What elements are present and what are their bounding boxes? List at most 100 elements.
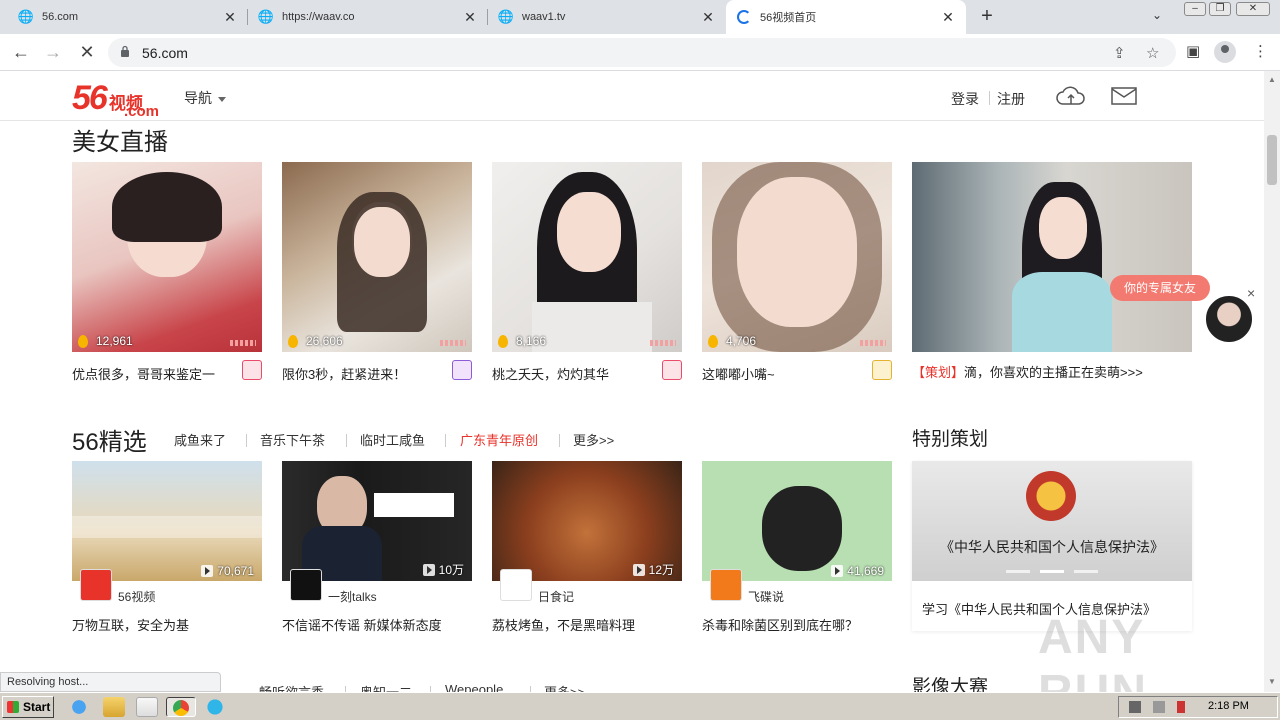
close-icon[interactable]: ✕ [940, 9, 956, 26]
address-bar[interactable]: 56.com ⇪ ☆ [108, 38, 1176, 67]
minimize-button[interactable]: – [1184, 2, 1206, 16]
new-tab-button[interactable]: + [976, 6, 998, 28]
bottom-tab[interactable]: Wepeople [445, 682, 503, 692]
video-card[interactable]: 70,671 56视频 万物互联，安全为基 [72, 461, 262, 633]
video-title[interactable]: 杀毒和除菌区别到底在哪？ [702, 615, 858, 634]
mail-icon[interactable] [1111, 86, 1137, 106]
register-link[interactable]: 注册 [997, 89, 1025, 109]
channel-avatar[interactable] [500, 569, 532, 601]
live-card[interactable]: 8,166 桃之夭夭，灼灼其华 [492, 162, 682, 382]
bottom-tab[interactable]: 奥知一二 [360, 682, 412, 692]
channel-name[interactable]: 日食记 [538, 588, 574, 605]
floating-avatar[interactable] [1204, 294, 1254, 344]
back-arrow-icon[interactable]: ← [10, 42, 32, 64]
featured-tab[interactable]: 临时工咸鱼 [360, 430, 425, 449]
upload-cloud-icon[interactable] [1056, 85, 1086, 107]
menu-kebab-icon[interactable]: ⋮ [1253, 42, 1268, 60]
play-count: 12万 [632, 561, 674, 578]
exclusive-girlfriend-button[interactable]: 你的专属女友 [1110, 275, 1211, 301]
channel-avatar[interactable] [290, 569, 322, 601]
lock-icon [121, 45, 129, 57]
close-icon[interactable]: × [1247, 285, 1255, 301]
video-thumbnail[interactable]: 70,671 [72, 461, 262, 581]
network-icon[interactable] [1153, 701, 1165, 713]
video-title[interactable]: 荔枝烤鱼，不是黑暗料理 [492, 615, 635, 634]
contest-section-title: 影像大赛 [912, 677, 989, 692]
featured-tab-active[interactable]: 广东青年原创 [460, 430, 538, 449]
profile-avatar-icon[interactable] [1214, 41, 1236, 63]
video-card[interactable]: 41,669 飞碟说 杀毒和除菌区别到底在哪？ [702, 461, 892, 633]
play-icon [201, 565, 214, 577]
live-card[interactable]: 12,961 优点很多，哥哥来鉴定一 [72, 162, 262, 382]
close-window-button[interactable]: ✕ [1236, 2, 1270, 16]
live-promo-card[interactable]: 【策划】滴，你喜欢的主播正在卖萌>>> [912, 162, 1192, 380]
page-scrollbar[interactable]: ▲ ▼ [1264, 71, 1280, 692]
special-banner[interactable]: 《中华人民共和国个人信息保护法》 [912, 461, 1192, 581]
internet-explorer-icon[interactable] [68, 697, 90, 717]
media-player-icon[interactable] [136, 697, 158, 717]
close-icon[interactable]: ✕ [700, 9, 716, 26]
crown-badge-icon [872, 360, 892, 380]
system-tray: 2:18 PM [1118, 696, 1278, 718]
tab-search-chevron-icon[interactable]: ⌄ [1152, 8, 1162, 22]
video-thumbnail[interactable]: 10万 [282, 461, 472, 581]
tab-strip: 🌐 56.com ✕ 🌐 https://waav.co ✕ 🌐 waav1.t… [0, 0, 1280, 34]
channel-name[interactable]: 56视频 [118, 588, 155, 605]
tab-3[interactable]: 🌐 waav1.tv ✕ [488, 0, 726, 34]
chrome-taskbar-button[interactable] [166, 697, 196, 717]
more-link[interactable]: 更多>> [544, 682, 585, 692]
restore-button[interactable]: ❐ [1209, 2, 1231, 16]
video-title[interactable]: 不信谣不传谣 新媒体新态度 [282, 615, 442, 634]
live-card[interactable]: 26,606 限你3秒，赶紧进来！ [282, 162, 472, 382]
tab-4-active[interactable]: 56视频首页 ✕ [726, 0, 966, 34]
video-title[interactable]: 万物互联，安全为基 [72, 615, 189, 634]
crown-badge-icon [662, 360, 682, 380]
video-thumbnail[interactable]: 12万 [492, 461, 682, 581]
scroll-down-arrow-icon[interactable]: ▼ [1268, 677, 1276, 686]
fire-icon [708, 334, 718, 348]
play-count: 10万 [422, 561, 464, 578]
carousel-dots[interactable] [1006, 570, 1098, 573]
start-button[interactable]: Start [2, 696, 54, 718]
bottom-tab[interactable]: 畅听欲言秀 [259, 682, 324, 692]
channel-avatar[interactable] [710, 569, 742, 601]
edge-icon[interactable] [204, 697, 226, 717]
bookmark-star-icon[interactable]: ☆ [1146, 44, 1159, 62]
flag-icon[interactable] [1177, 701, 1185, 713]
video-card[interactable]: 12万 日食记 荔枝烤鱼，不是黑暗料理 [492, 461, 682, 633]
featured-tab[interactable]: 咸鱼来了 [174, 430, 226, 449]
close-icon[interactable]: ✕ [222, 9, 238, 26]
promo-thumbnail[interactable] [912, 162, 1192, 352]
channel-name[interactable]: 一刻talks [328, 588, 377, 605]
site-logo[interactable]: 56 视频 .com [72, 79, 159, 120]
live-thumbnail[interactable]: 12,961 [72, 162, 262, 352]
scroll-up-arrow-icon[interactable]: ▲ [1268, 75, 1276, 84]
live-thumbnail[interactable]: 4,706 [702, 162, 892, 352]
folder-icon[interactable] [103, 697, 125, 717]
forward-arrow-icon[interactable]: → [42, 42, 64, 64]
channel-name[interactable]: 飞碟说 [748, 588, 784, 605]
close-icon[interactable]: ✕ [462, 9, 478, 26]
signal-icon [650, 340, 676, 346]
nav-dropdown[interactable]: 导航 [184, 88, 226, 108]
more-link[interactable]: 更多>> [573, 430, 614, 449]
promo-caption: 【策划】滴，你喜欢的主播正在卖萌>>> [912, 365, 1143, 380]
channel-avatar[interactable] [80, 569, 112, 601]
scrollbar-thumb[interactable] [1267, 135, 1277, 185]
tab-title: waav1.tv [522, 11, 566, 23]
video-card[interactable]: 10万 一刻talks 不信谣不传谣 新媒体新态度 [282, 461, 472, 633]
share-icon[interactable]: ⇪ [1113, 44, 1126, 62]
special-promo-card[interactable]: 《中华人民共和国个人信息保护法》 学习《中华人民共和国个人信息保护法》 [912, 461, 1192, 631]
login-link[interactable]: 登录 [951, 89, 979, 109]
volume-icon[interactable] [1129, 701, 1141, 713]
video-thumbnail[interactable]: 41,669 [702, 461, 892, 581]
tab-2[interactable]: 🌐 https://waav.co ✕ [248, 0, 488, 34]
featured-tab[interactable]: 音乐下午茶 [260, 430, 325, 449]
live-thumbnail[interactable]: 8,166 [492, 162, 682, 352]
banner-text: 《中华人民共和国个人信息保护法》 [940, 539, 1164, 555]
side-panel-icon[interactable]: ▣ [1186, 42, 1200, 60]
tab-1[interactable]: 🌐 56.com ✕ [8, 0, 248, 34]
live-thumbnail[interactable]: 26,606 [282, 162, 472, 352]
live-card[interactable]: 4,706 这嘟嘟小嘴~ [702, 162, 892, 382]
stop-loading-icon[interactable]: ✕ [76, 42, 98, 64]
